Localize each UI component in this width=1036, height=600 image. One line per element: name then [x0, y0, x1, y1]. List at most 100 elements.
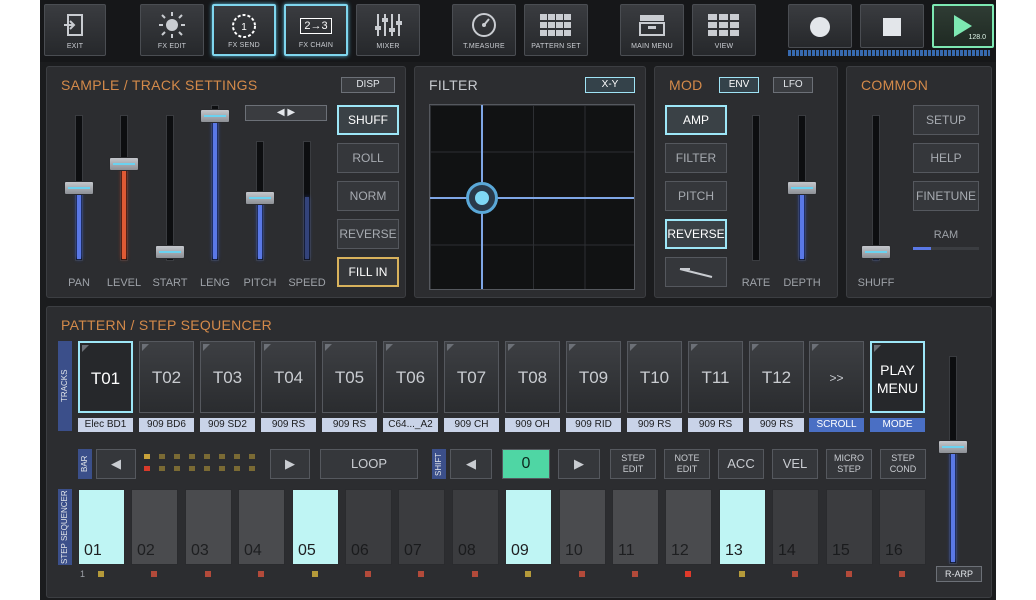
- step-button-03[interactable]: 03: [185, 489, 232, 565]
- step-edit-button[interactable]: STEP EDIT: [610, 449, 656, 479]
- finetune-button[interactable]: FINETUNE: [913, 181, 979, 211]
- arrow-left-right-button[interactable]: ◀ ▶: [245, 105, 327, 121]
- stop-button[interactable]: [860, 4, 924, 48]
- track-button-t01[interactable]: T01: [78, 341, 133, 413]
- fx-edit-button[interactable]: FX EDIT: [140, 4, 204, 56]
- bar-led: [204, 454, 210, 459]
- step-button-09[interactable]: 09: [505, 489, 552, 565]
- leng-fader[interactable]: [200, 105, 230, 263]
- track-button-t12[interactable]: T12: [749, 341, 804, 413]
- pan-fader[interactable]: [64, 115, 94, 263]
- step-button-11[interactable]: 11: [612, 489, 659, 565]
- main-menu-label: MAIN MENU: [631, 43, 673, 50]
- step-cond-button[interactable]: STEP COND: [880, 449, 926, 479]
- r-arp-fader[interactable]: [938, 356, 968, 566]
- pattern-set-label: PATTERN SET: [531, 43, 581, 50]
- step-button-10[interactable]: 10: [559, 489, 606, 565]
- acc-button[interactable]: ACC: [718, 449, 764, 479]
- level-fader[interactable]: [109, 115, 139, 263]
- lfo-tab[interactable]: LFO: [773, 77, 813, 93]
- speed-fader[interactable]: [292, 141, 322, 263]
- pattern-progress-bar: [788, 50, 990, 56]
- xy-mode-button[interactable]: X-Y: [585, 77, 635, 93]
- start-fader[interactable]: [155, 115, 185, 263]
- step-button-14[interactable]: 14: [772, 489, 819, 565]
- play-button[interactable]: 128.0: [932, 4, 994, 48]
- track-button-t08[interactable]: T08: [505, 341, 560, 413]
- step-button-12[interactable]: 12: [665, 489, 712, 565]
- track-button-t03[interactable]: T03: [200, 341, 255, 413]
- view-button[interactable]: VIEW: [692, 4, 756, 56]
- record-button[interactable]: [788, 4, 852, 48]
- loop-button[interactable]: LOOP: [320, 449, 418, 479]
- track-button-t09[interactable]: T09: [566, 341, 621, 413]
- main-menu-button[interactable]: MAIN MENU: [620, 4, 684, 56]
- step-button-02[interactable]: 02: [131, 489, 178, 565]
- pitch-fader[interactable]: [245, 141, 275, 263]
- mod-pitch-button[interactable]: PITCH: [665, 181, 727, 211]
- shuff-button[interactable]: SHUFF: [337, 105, 399, 135]
- rate-fader[interactable]: [741, 115, 771, 263]
- step-sequencer-side-label: STEP SEQUENCER: [58, 489, 72, 565]
- fill-in-button[interactable]: FILL IN: [337, 257, 399, 287]
- track-button-t10[interactable]: T10: [627, 341, 682, 413]
- disp-button[interactable]: DISP: [341, 77, 395, 93]
- filter-xy-pad[interactable]: [429, 104, 635, 290]
- track-button-t07[interactable]: T07: [444, 341, 499, 413]
- step-button-08[interactable]: 08: [452, 489, 499, 565]
- track-button-t06[interactable]: T06: [383, 341, 438, 413]
- track-button-t04[interactable]: T04: [261, 341, 316, 413]
- mod-amp-button[interactable]: AMP: [665, 105, 727, 135]
- drawer-icon: [621, 11, 683, 39]
- roll-button[interactable]: ROLL: [337, 143, 399, 173]
- shift-prev-button[interactable]: ◀: [450, 449, 492, 479]
- fx-send-button[interactable]: 1 FX SEND: [212, 4, 276, 56]
- envelope-shape-button[interactable]: [665, 257, 727, 287]
- pattern-set-button[interactable]: PATTERN SET: [524, 4, 588, 56]
- fx-chain-button[interactable]: 2→3 FX CHAIN: [284, 4, 348, 56]
- step-button-07[interactable]: 07: [398, 489, 445, 565]
- r-arp-button[interactable]: R-ARP: [936, 566, 982, 582]
- step-button-15[interactable]: 15: [826, 489, 873, 565]
- mixer-button[interactable]: MIXER: [356, 4, 420, 56]
- common-shuff-fader[interactable]: [861, 115, 891, 263]
- help-button[interactable]: HELP: [913, 143, 979, 173]
- track-button-t11[interactable]: T11: [688, 341, 743, 413]
- mod-reverse-button[interactable]: REVERSE: [665, 219, 727, 249]
- tmeasure-label: T.MEASURE: [463, 43, 505, 50]
- step-button-01[interactable]: 01: [78, 489, 125, 565]
- play-menu-button[interactable]: PLAY MENU: [870, 341, 925, 413]
- track-button-t05[interactable]: T05: [322, 341, 377, 413]
- step-button-05[interactable]: 05: [292, 489, 339, 565]
- exit-button[interactable]: EXIT: [44, 4, 106, 56]
- depth-fader[interactable]: [787, 115, 817, 263]
- reverse-button[interactable]: REVERSE: [337, 219, 399, 249]
- step-button-06[interactable]: 06: [345, 489, 392, 565]
- scroll-button[interactable]: >>: [809, 341, 864, 413]
- step-indicator-led: [472, 571, 478, 577]
- env-tab[interactable]: ENV: [719, 77, 759, 93]
- norm-button[interactable]: NORM: [337, 181, 399, 211]
- shift-next-button[interactable]: ▶: [558, 449, 600, 479]
- step-indicator-led: [258, 571, 264, 577]
- envelope-shape-icon: [679, 268, 713, 278]
- bar-number: 1: [80, 569, 86, 579]
- step-number: 05: [298, 542, 316, 559]
- track-button-t02[interactable]: T02: [139, 341, 194, 413]
- micro-step-button[interactable]: MICRO STEP: [826, 449, 872, 479]
- fader-label-pitch: PITCH: [243, 277, 277, 289]
- step-button-04[interactable]: 04: [238, 489, 285, 565]
- bar-next-button[interactable]: ▶: [270, 449, 310, 479]
- step-button-13[interactable]: 13: [719, 489, 766, 565]
- xy-cursor-handle[interactable]: [466, 182, 498, 214]
- vel-button[interactable]: VEL: [772, 449, 818, 479]
- mod-filter-button[interactable]: FILTER: [665, 143, 727, 173]
- bar-led: [249, 454, 255, 459]
- tmeasure-button[interactable]: T.MEASURE: [452, 4, 516, 56]
- setup-button[interactable]: SETUP: [913, 105, 979, 135]
- step-number: 10: [565, 542, 583, 559]
- sample-panel-title: SAMPLE / TRACK SETTINGS: [61, 77, 258, 93]
- note-edit-button[interactable]: NOTE EDIT: [664, 449, 710, 479]
- step-button-16[interactable]: 16: [879, 489, 926, 565]
- bar-prev-button[interactable]: ◀: [96, 449, 136, 479]
